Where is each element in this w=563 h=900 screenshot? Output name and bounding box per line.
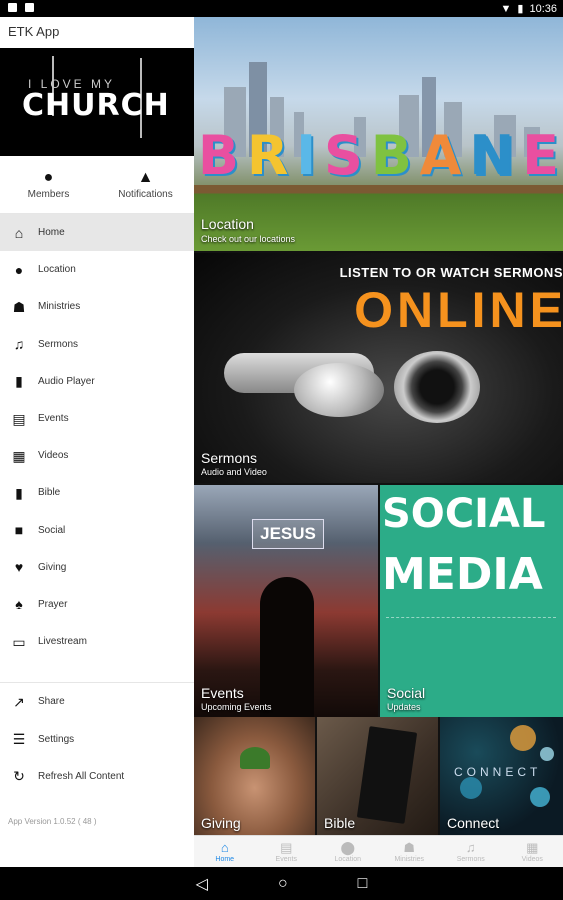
app-version: App Version 1.0.52 ( 48 ) — [8, 817, 97, 826]
sliders-icon: ☰ — [12, 731, 26, 748]
earbud-left — [294, 363, 384, 417]
bottom-nav-videos[interactable]: ▦ Videos — [502, 836, 563, 867]
book-icon: ▮ — [15, 484, 23, 501]
menu-item-videos[interactable]: ▦ Videos — [0, 437, 194, 474]
connect-image-text: CONNECT — [454, 765, 542, 779]
bottom-nav-home[interactable]: ⌂ Home — [194, 836, 256, 867]
tile-location-subtitle: Check out our locations — [201, 234, 296, 244]
menu-item-sermons[interactable]: ♫ Sermons — [0, 326, 194, 363]
person-icon: ● — [43, 168, 54, 186]
tile-giving[interactable]: Giving — [194, 717, 315, 835]
bottom-nav-location[interactable]: ⬤ Location — [317, 836, 379, 867]
menu-item-share[interactable]: ↗ Share — [0, 683, 194, 720]
seedling-image — [240, 747, 270, 769]
tile-events-subtitle: Upcoming Events — [201, 702, 272, 712]
navigation-drawer: ETK App I LOVE MY CHURCH ● Members ▲ Not… — [0, 17, 194, 867]
android-icon — [25, 3, 34, 12]
monitor-icon: ▭ — [12, 633, 26, 650]
back-icon[interactable]: ◁ — [196, 874, 208, 894]
drawer-menu: ⌂ Home ● Location ☗ Ministries ♫ Sermons ▮ Au… — [0, 214, 194, 660]
bottom-nav-events[interactable]: ▤ Events — [256, 836, 318, 867]
menu-item-giving[interactable]: ♥ Giving — [0, 549, 194, 586]
drawer-secondary-menu: ↗ Share ☰ Settings ↻ Refresh All Content — [0, 683, 194, 795]
bible-book-image — [356, 726, 418, 824]
members-button[interactable]: ● Members — [0, 156, 97, 213]
refresh-icon: ↻ — [13, 768, 25, 785]
bottom-nav-ministries[interactable]: ☗ Ministries — [379, 836, 441, 867]
status-time: 10:36 — [529, 2, 557, 15]
status-bar: ▼ ▮ 10:36 — [0, 0, 563, 17]
notifications-button[interactable]: ▲ Notifications — [97, 156, 194, 213]
calendar-icon: ▤ — [12, 410, 26, 427]
location-pin-icon: ● — [14, 261, 24, 278]
tile-giving-title: Giving — [201, 815, 241, 831]
menu-item-location[interactable]: ● Location — [0, 251, 194, 288]
tile-bible[interactable]: Bible — [317, 717, 438, 835]
menu-item-audio-player[interactable]: ▮ Audio Player — [0, 363, 194, 400]
tile-connect[interactable]: CONNECT Connect — [440, 717, 563, 835]
worshipper-silhouette — [260, 577, 314, 717]
tile-sermons[interactable]: LISTEN TO OR WATCH SERMONS ONLINE Sermon… — [194, 253, 563, 483]
bottom-navigation: ⌂ Home ▤ Events ⬤ Location ☗ Ministries … — [194, 835, 563, 867]
wifi-icon: ▼ — [500, 2, 512, 15]
main-content: BRISBANE Location Check out our location… — [194, 17, 563, 867]
calendar-icon: ▤ — [280, 839, 293, 855]
menu-item-home[interactable]: ⌂ Home — [0, 214, 194, 252]
tile-events-title: Events — [201, 685, 244, 701]
flame-icon: ♠ — [15, 596, 23, 613]
tile-location-title: Location — [201, 216, 254, 232]
battery-icon: ▮ — [517, 3, 524, 15]
menu-item-prayer[interactable]: ♠ Prayer — [0, 586, 194, 623]
equalizer-icon: ▮ — [15, 373, 23, 390]
music-note-icon: ♫ — [465, 839, 476, 855]
recents-icon[interactable]: □ — [358, 875, 368, 893]
tile-sermons-subtitle: Audio and Video — [201, 467, 267, 477]
group-icon: ☗ — [12, 298, 26, 315]
sermons-image-heading: LISTEN TO OR WATCH SERMONS — [339, 265, 563, 280]
tile-sermons-title: Sermons — [201, 450, 258, 466]
music-note-icon: ♫ — [13, 336, 25, 353]
brisbane-letters: BRISBANE — [197, 124, 560, 187]
sermons-image-online: ONLINE — [354, 282, 563, 338]
tile-events[interactable]: JESUS Events Upcoming Events — [194, 485, 378, 717]
social-image-line1: SOCIAL — [382, 491, 546, 537]
location-pin-icon: ⬤ — [340, 839, 356, 855]
menu-item-livestream[interactable]: ▭ Livestream — [0, 623, 194, 660]
app-title: ETK App — [8, 24, 60, 39]
home-icon: ⌂ — [14, 224, 24, 241]
heart-icon: ♥ — [14, 559, 24, 576]
menu-item-settings[interactable]: ☰ Settings — [0, 720, 194, 757]
tile-bible-title: Bible — [324, 815, 356, 831]
menu-item-bible[interactable]: ▮ Bible — [0, 474, 194, 511]
bell-icon: ▲ — [137, 168, 154, 186]
home-icon: ⌂ — [220, 839, 229, 855]
social-image-line2: MEDIA — [382, 549, 543, 600]
menu-item-events[interactable]: ▤ Events — [0, 400, 194, 437]
tile-connect-title: Connect — [447, 815, 500, 831]
jesus-banner: JESUS — [252, 519, 324, 549]
bottom-nav-sermons[interactable]: ♫ Sermons — [440, 836, 502, 867]
system-navigation-bar: ◁ ○ □ — [0, 867, 563, 900]
menu-item-social[interactable]: ■ Social — [0, 512, 194, 549]
share-icon: ↗ — [13, 693, 25, 710]
tile-social-subtitle: Updates — [387, 702, 421, 712]
tile-location[interactable]: BRISBANE Location Check out our location… — [194, 17, 563, 251]
tile-social-title: Social — [387, 685, 426, 701]
quick-actions: ● Members ▲ Notifications — [0, 156, 194, 214]
group-icon: ☗ — [403, 839, 416, 855]
menu-item-refresh[interactable]: ↻ Refresh All Content — [0, 758, 194, 795]
logo-line2: CHURCH — [22, 88, 170, 123]
tile-social[interactable]: SOCIAL MEDIA Social Updates — [380, 485, 563, 717]
home-circle-icon[interactable]: ○ — [278, 875, 288, 893]
church-logo: I LOVE MY CHURCH — [0, 48, 194, 156]
chat-icon: ■ — [14, 522, 24, 539]
menu-item-ministries[interactable]: ☗ Ministries — [0, 288, 194, 325]
notification-icon — [8, 3, 17, 12]
film-icon: ▦ — [526, 839, 539, 855]
earbud-right — [394, 351, 480, 423]
film-icon: ▦ — [12, 447, 26, 464]
